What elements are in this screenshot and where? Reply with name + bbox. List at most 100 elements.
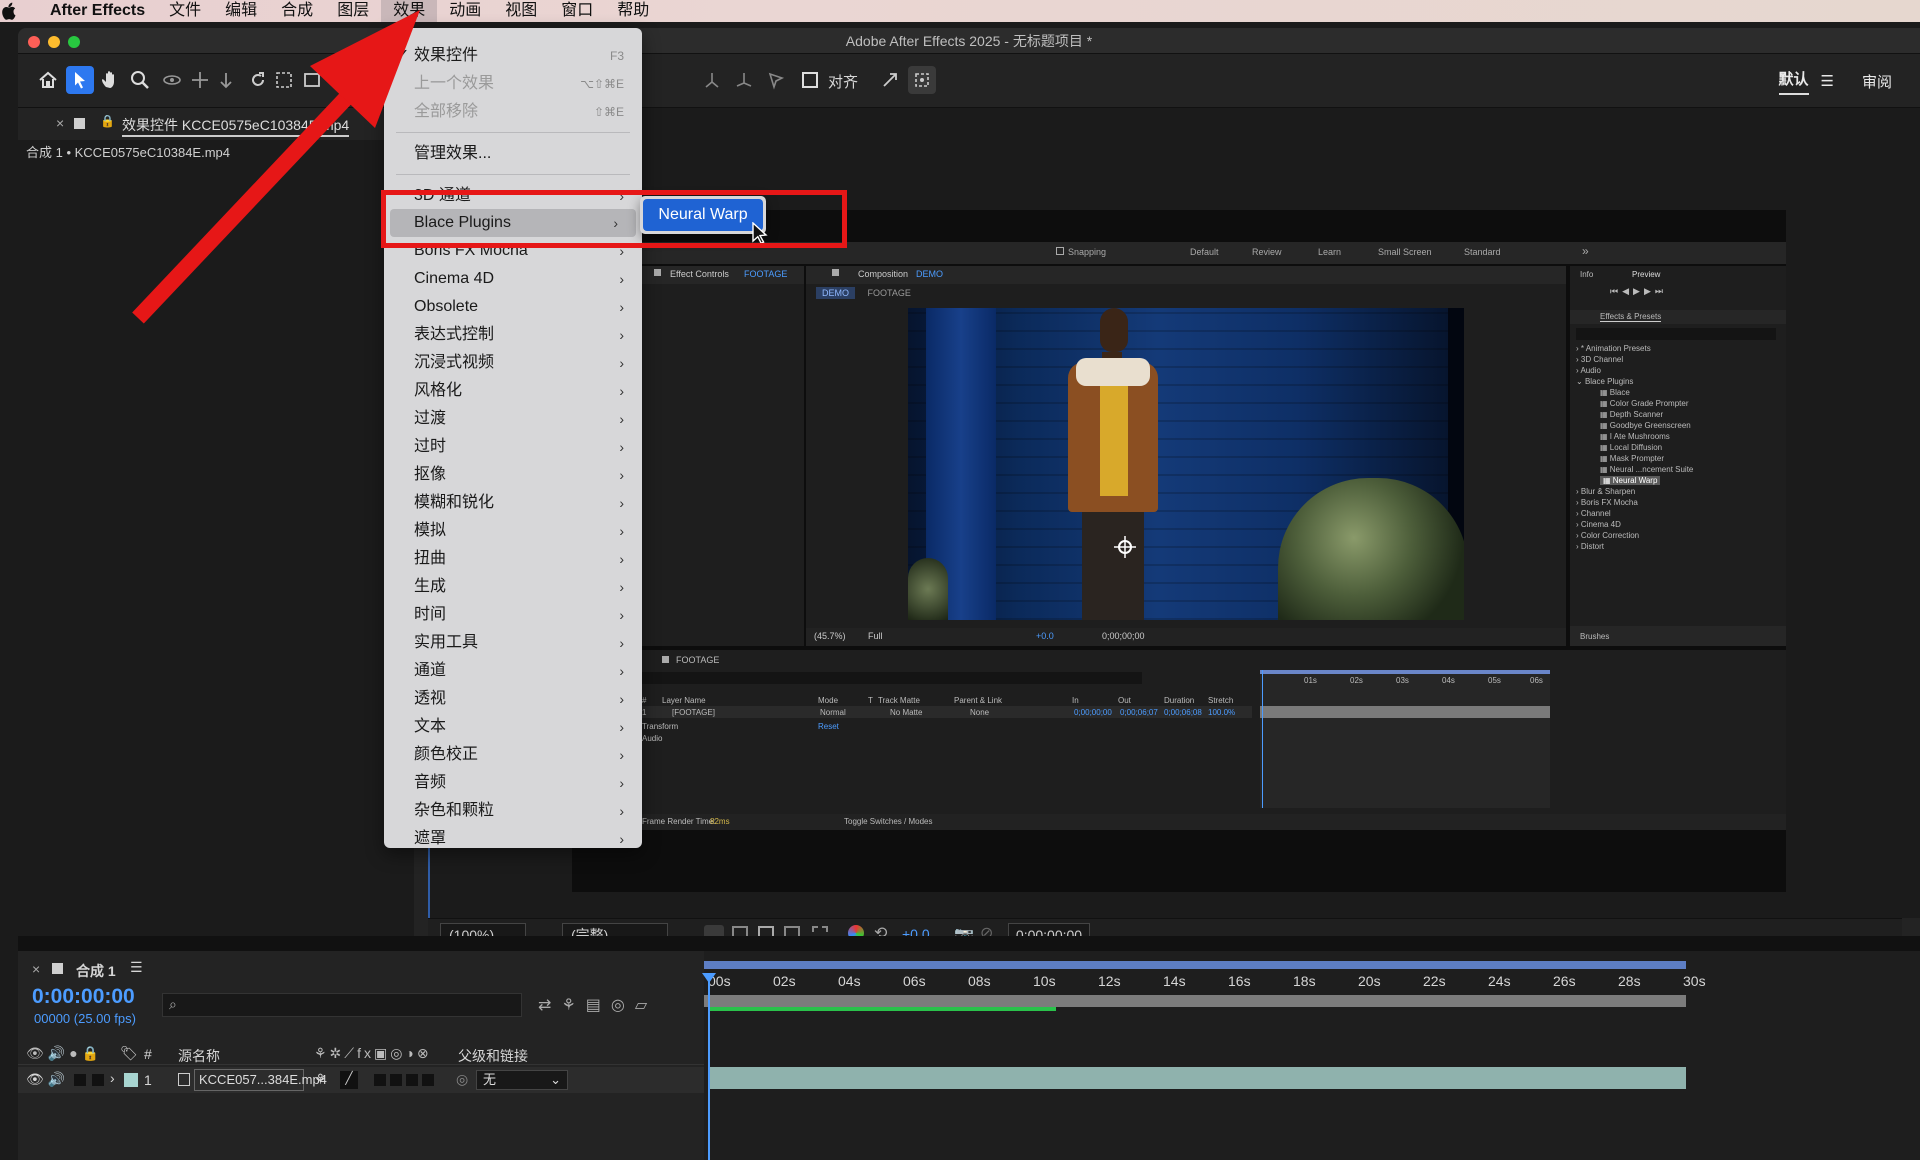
nested-tl-layer-in[interactable]: 0;00;00;00 [1074,708,1112,717]
menu-item-distort[interactable]: 扭曲 › [384,545,642,573]
close-tab-icon[interactable]: × [56,115,64,131]
solo-switch[interactable] [74,1074,86,1086]
nested-toggle-modes[interactable]: Toggle Switches / Modes [844,817,933,826]
menu-item-obsolete-cn[interactable]: 过时 › [384,433,642,461]
nested-playback-controls[interactable]: ⏮◀▶▶⏭ [1610,286,1667,297]
label-tag-icon[interactable]: 🏷 [120,1045,138,1062]
fx-tree-item[interactable]: ▦ I Ate Mushrooms [1600,432,1670,441]
time-ruler[interactable]: 00s 02s 04s 06s 08s 10s 12s 14s 16s 18s 20s 22s 24s 2… [704,971,1706,993]
nested-tl-tab[interactable]: FOOTAGE [676,655,719,665]
axis-view-icon[interactable] [762,66,790,94]
fx-tree-item[interactable]: › Blur & Sharpen [1576,487,1635,496]
nested-zoom[interactable]: (45.7%) [814,631,846,641]
nested-crumb-footage[interactable]: FOOTAGE [868,288,911,298]
col-source-name[interactable]: 源名称 [178,1046,220,1066]
fx-tree-item[interactable]: ▦ Blace [1600,388,1630,397]
fx-tree-item[interactable]: › Channel [1576,509,1611,518]
nested-tl-layer-out[interactable]: 0;00;06;07 [1120,708,1158,717]
menu-item-utility[interactable]: 实用工具 › [384,629,642,657]
nested-tl-prop-transform[interactable]: Transform [642,722,678,731]
nested-tl-playhead[interactable] [1262,670,1263,808]
axis-world-icon[interactable] [730,66,758,94]
nested-tl-layer-parent[interactable]: None [970,708,989,717]
nested-tl-layer-mode[interactable]: Normal [820,708,846,717]
switch-4[interactable] [422,1074,434,1086]
nested-tl-search[interactable] [642,672,1142,684]
fx-tree-item[interactable]: ▦ Neural Warp [1600,476,1661,485]
col-parent[interactable]: 父级和链接 [458,1046,528,1066]
menu-item-color-correction[interactable]: 颜色校正 › [384,741,642,769]
menu-item-generate[interactable]: 生成 › [384,573,642,601]
switch-1[interactable] [374,1074,386,1086]
work-area-bar[interactable] [704,961,1686,969]
workspace-review[interactable]: 审阅 [1862,71,1892,92]
timeline-tab[interactable]: 合成 1 [76,961,116,981]
nested-tl-layer-row[interactable]: 1 [FOOTAGE] Normal No Matte None 0;00;00… [632,706,1252,718]
expand-chevron-icon[interactable]: › [110,1070,115,1086]
apple-logo-icon[interactable] [0,2,34,20]
menu-item-simulation[interactable]: 模拟 › [384,517,642,545]
fx-tree-item[interactable]: › Cinema 4D [1576,520,1621,529]
nested-crumb-demo[interactable]: DEMO [816,287,855,299]
fx-tree-item[interactable]: › Distort [1576,542,1604,551]
nested-tl-layer-bar[interactable] [1260,706,1550,718]
nested-tl-reset[interactable]: Reset [818,722,839,731]
layer-name[interactable]: KCCE057...384E.mp4 [194,1069,327,1091]
timeline-search-input[interactable]: ⌕ [162,993,522,1017]
menu-item-noise-grain[interactable]: 杂色和颗粒 › [384,797,642,825]
pickwhip-icon[interactable]: ◎ [456,1071,468,1088]
shy-switch-icon[interactable]: ⚘ [314,1071,327,1088]
layer-label-color[interactable] [124,1073,138,1087]
workspace-default[interactable]: 默认 [1778,68,1809,95]
layer-av-switches[interactable]: 👁🔊 [26,1071,69,1088]
nested-ws-review[interactable]: Review [1252,247,1282,257]
menu-item-perspective[interactable]: 透视 › [384,685,642,713]
menu-help[interactable]: 帮助 [605,0,661,22]
snap-checkbox[interactable] [802,72,818,88]
switch-3[interactable] [406,1074,418,1086]
nested-tl-layer-duration[interactable]: 0;00;06;08 [1164,708,1202,717]
timeline-switch-icons[interactable]: ⇄⚘▤◎▱ [538,995,657,1015]
snap-target-icon[interactable] [908,66,936,94]
menu-item-stylize[interactable]: 风格化 › [384,377,642,405]
nested-snap-checkbox[interactable] [1056,247,1064,255]
fx-tree-item[interactable]: ⌄ Blace Plugins [1576,377,1633,386]
nested-tl-layer-matte[interactable]: No Matte [890,708,922,717]
menu-view[interactable]: 视图 [493,0,549,22]
nested-brushes-tab[interactable]: Brushes [1580,632,1609,641]
nested-ws-default[interactable]: Default [1190,247,1219,257]
lock-icon[interactable]: 🔒 [100,114,115,128]
quality-switch-icon[interactable]: ╱ [340,1071,358,1089]
parent-select[interactable]: 无 ⌄ [476,1070,568,1090]
snap-options-icon[interactable] [876,66,904,94]
nested-offset[interactable]: +0.0 [1036,631,1054,641]
nested-time[interactable]: 0;00;00;00 [1102,631,1145,641]
menu-item-audio[interactable]: 音频 › [384,769,642,797]
fx-tree-item[interactable]: ▦ Depth Scanner [1600,410,1663,419]
nested-tl-layer-stretch[interactable]: 100.0% [1208,708,1235,717]
timeline-layer-row[interactable]: 👁🔊 › 1 KCCE057...384E.mp4 ⚘ ╱ ◎ 无 ⌄ [18,1067,704,1093]
nested-comp-tab[interactable]: Composition DEMO [806,266,1566,284]
nested-fx-search[interactable] [1576,328,1776,340]
nested-info-tab[interactable]: Info [1580,270,1593,279]
nested-tl-work-area[interactable] [1260,670,1550,674]
menu-window[interactable]: 窗口 [549,0,605,22]
menu-item-matte[interactable]: 遮罩 › [384,825,642,853]
av-switch-icons[interactable]: 👁🔊●🔒 [26,1045,103,1062]
nested-ws-more-icon[interactable]: » [1582,244,1589,258]
fx-tree-item[interactable]: › * Animation Presets [1576,344,1651,353]
fx-tree-item[interactable]: ▦ Goodbye Greenscreen [1600,421,1691,430]
axis-local-icon[interactable] [698,66,726,94]
nested-ws-standard[interactable]: Standard [1464,247,1501,257]
fx-tree-item[interactable]: › Boris FX Mocha [1576,498,1638,507]
tab-menu-icon[interactable]: ☰ [130,959,143,976]
menu-item-transition[interactable]: 过渡 › [384,405,642,433]
nested-res[interactable]: Full [868,631,883,641]
switch-2[interactable] [390,1074,402,1086]
anchor-point-icon[interactable] [1114,536,1136,558]
menu-item-keying[interactable]: 抠像 › [384,461,642,489]
menu-item-text[interactable]: 文本 › [384,713,642,741]
fx-tree-item[interactable]: › Audio [1576,366,1601,375]
fx-tree-item[interactable]: ▦ Local Diffusion [1600,443,1662,452]
fx-tree-item[interactable]: ▦ Neural ...ncement Suite [1600,465,1693,474]
